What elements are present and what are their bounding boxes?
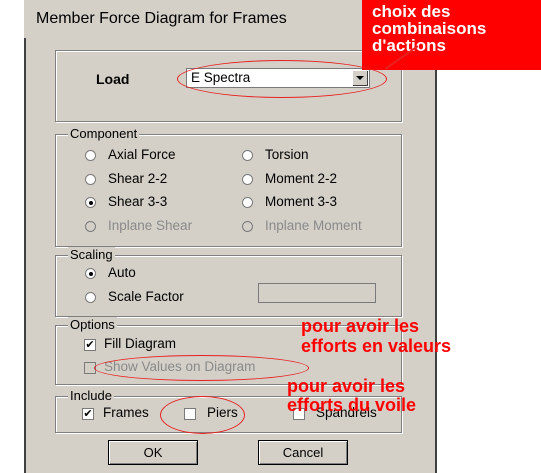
radio-label-shear-3-3: Shear 3-3 — [108, 194, 168, 209]
radio-shear-3-3[interactable] — [85, 197, 96, 208]
highlight-ellipse-load — [177, 60, 387, 98]
frames-label: Frames — [103, 405, 149, 420]
highlight-ellipse-show-values — [94, 355, 309, 381]
radio-axial-force[interactable] — [85, 150, 96, 161]
scale-factor-input[interactable] — [258, 283, 376, 303]
frames-checkbox[interactable]: ✔ — [82, 408, 94, 420]
fill-diagram-label: Fill Diagram — [104, 336, 177, 351]
radio-label-inplane-moment: Inplane Moment — [265, 218, 362, 233]
radio-moment-3-3[interactable] — [242, 197, 253, 208]
radio-label-scale-factor: Scale Factor — [108, 289, 184, 304]
radio-label-shear-2-2: Shear 2-2 — [108, 171, 168, 186]
include-group-label: Include — [68, 388, 114, 403]
radio-label-axial-force: Axial Force — [108, 147, 176, 162]
radio-label-inplane-shear: Inplane Shear — [108, 218, 193, 233]
annotation-values-line-1: pour avoir les — [301, 316, 420, 336]
radio-moment-2-2[interactable] — [242, 174, 253, 185]
options-group-label: Options — [68, 317, 117, 332]
radio-torsion[interactable] — [242, 150, 253, 161]
annotation-values-line-2: efforts en valeurs — [301, 336, 452, 356]
radio-label-auto: Auto — [108, 265, 136, 280]
dialog-title: Member Force Diagram for Frames — [36, 10, 287, 27]
radio-label-moment-2-2: Moment 2-2 — [265, 171, 338, 186]
radio-shear-2-2[interactable] — [85, 174, 96, 185]
component-group-label: Component — [68, 126, 140, 141]
radio-label-moment-3-3: Moment 3-3 — [265, 194, 338, 209]
radio-inplane-moment — [242, 221, 253, 232]
load-label: Load — [96, 71, 130, 87]
scaling-group-label: Scaling — [68, 247, 115, 262]
radio-label-torsion: Torsion — [265, 147, 309, 162]
ok-button[interactable]: OK — [108, 440, 198, 465]
annotation-wall-line-1: pour avoir les — [287, 376, 406, 396]
highlight-ellipse-piers — [160, 396, 245, 434]
cancel-button[interactable]: Cancel — [258, 440, 348, 465]
radio-auto[interactable] — [85, 268, 96, 279]
annotation-line-1: choix des — [372, 2, 451, 21]
radio-scale-factor[interactable] — [85, 292, 96, 303]
radio-inplane-shear — [85, 221, 96, 232]
annotation-wall-line-2: efforts du voile — [287, 395, 417, 415]
fill-diagram-checkbox[interactable]: ✔ — [84, 339, 96, 351]
annotation-line-2: combinaisons — [372, 19, 487, 38]
